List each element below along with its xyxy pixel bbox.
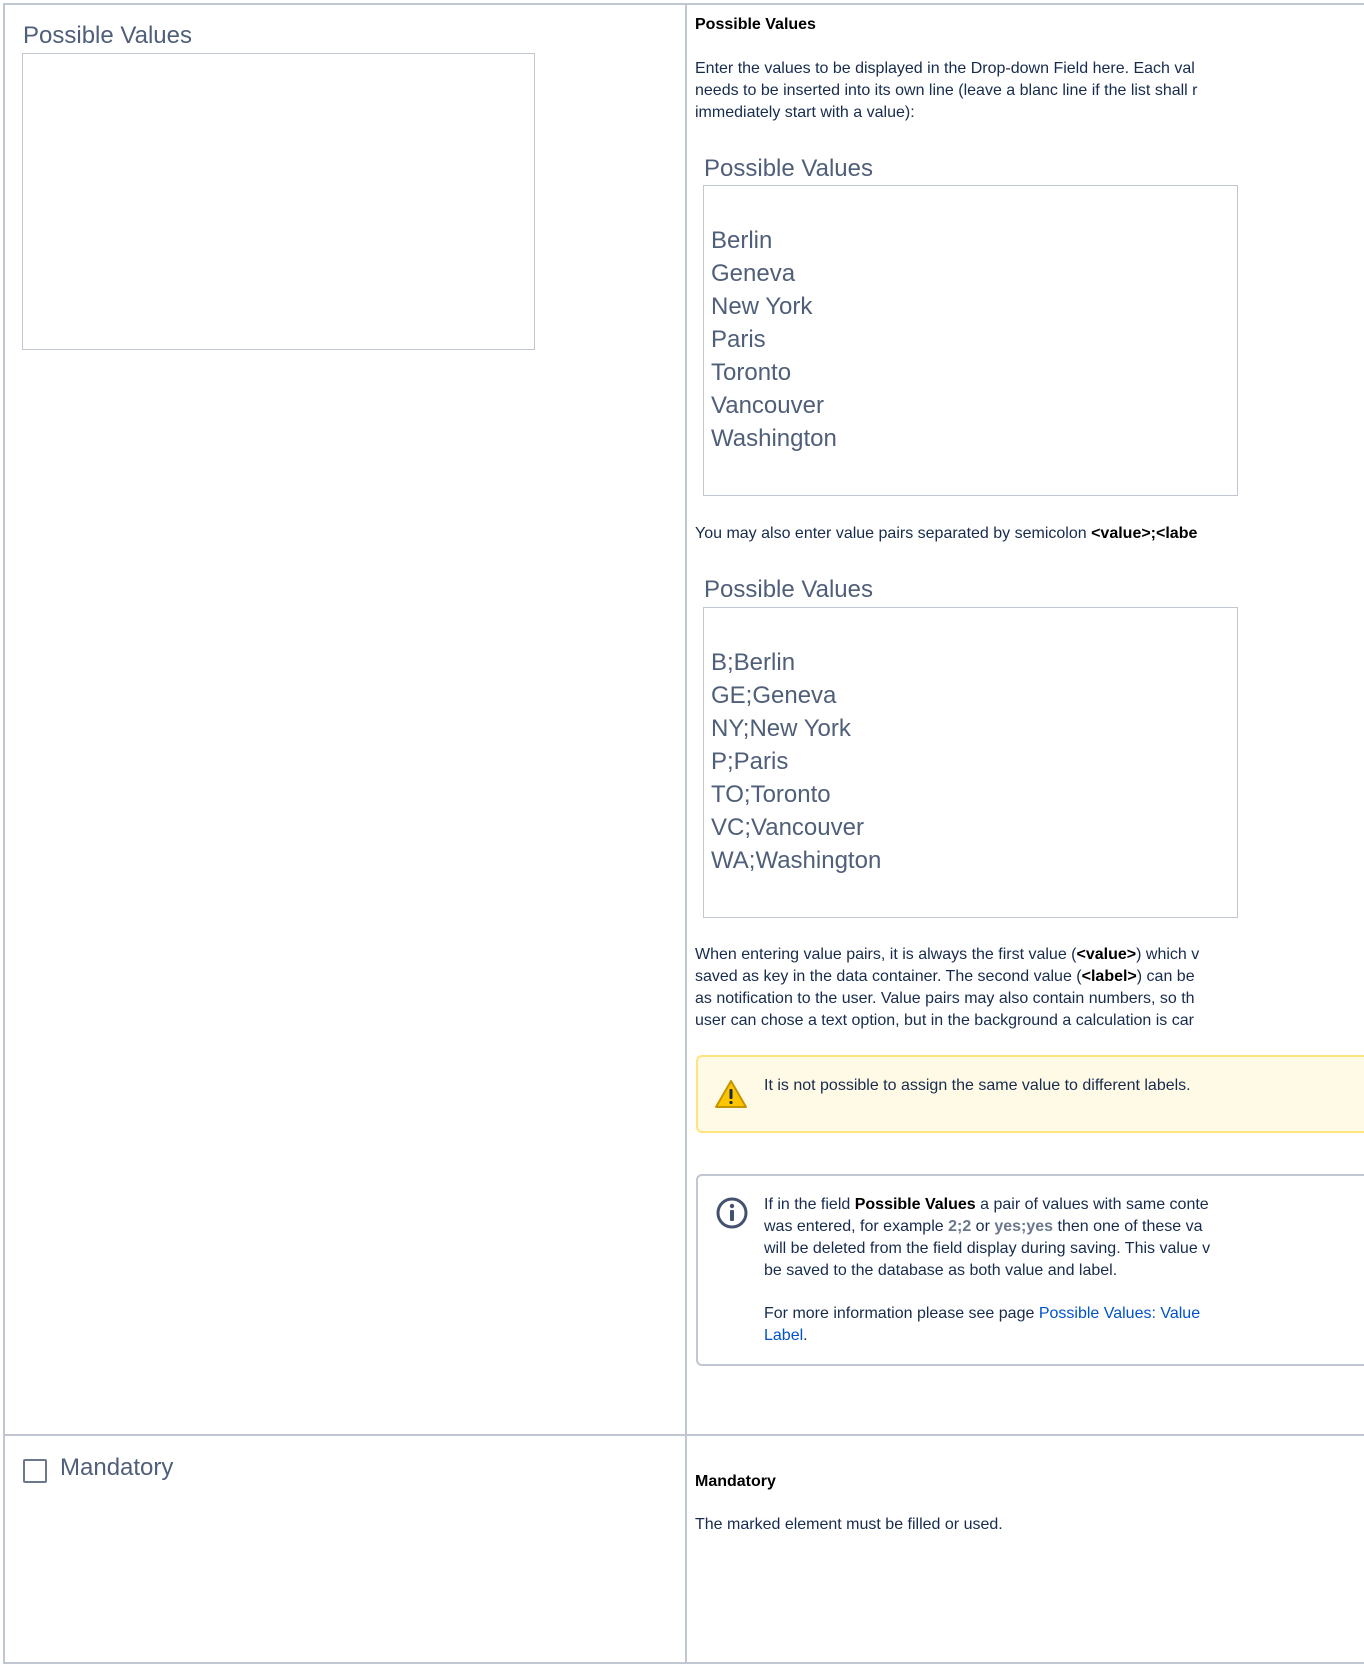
example1-label: Possible Values bbox=[704, 155, 873, 182]
possible-values-textarea[interactable] bbox=[22, 53, 535, 350]
example2-line bbox=[711, 613, 1237, 646]
example1-line: Toronto bbox=[711, 359, 792, 386]
example2-line: GE;Geneva bbox=[711, 682, 837, 709]
pairs-paragraph: You may also enter value pairs separated… bbox=[695, 525, 1198, 542]
example2-label: Possible Values bbox=[704, 576, 873, 603]
possible-values-link[interactable]: Possible Values: Value bbox=[1039, 1305, 1200, 1322]
mandatory-description: The marked element must be filled or use… bbox=[695, 1516, 1003, 1533]
info-line-4: be saved to the database as both value a… bbox=[764, 1262, 1118, 1279]
explain-line-2: saved as key in the data container. The … bbox=[695, 968, 1195, 985]
example2-line: WA;Washington bbox=[711, 847, 882, 874]
example2-line: TO;Toronto bbox=[711, 781, 831, 808]
possible-values-heading: Possible Values bbox=[695, 16, 816, 33]
label-link[interactable]: Label bbox=[764, 1327, 803, 1344]
example2-line: P;Paris bbox=[711, 748, 789, 775]
info-icon bbox=[716, 1197, 748, 1229]
info-line-5: For more information please see page Pos… bbox=[764, 1305, 1201, 1322]
explain-line-3: as notification to the user. Value pairs… bbox=[695, 990, 1195, 1007]
example1-line: Paris bbox=[711, 326, 766, 353]
warning-text: It is not possible to assign the same va… bbox=[764, 1077, 1191, 1094]
example1-line: New York bbox=[711, 293, 813, 320]
warning-icon bbox=[715, 1080, 747, 1108]
column-divider bbox=[685, 5, 687, 1662]
info-line-2: was entered, for example 2;2 or yes;yes … bbox=[764, 1218, 1203, 1235]
example1-line: Geneva bbox=[711, 260, 796, 287]
possible-values-label: Possible Values bbox=[23, 22, 192, 49]
example2-line: B;Berlin bbox=[711, 649, 796, 676]
info-line-1: If in the field Possible Values a pair o… bbox=[764, 1196, 1209, 1213]
intro-line-2: needs to be inserted into its own line (… bbox=[695, 82, 1198, 99]
intro-line-3: immediately start with a value): bbox=[695, 104, 915, 121]
example1-line bbox=[711, 191, 1237, 224]
intro-line-1: Enter the values to be displayed in the … bbox=[695, 60, 1195, 77]
mandatory-label: Mandatory bbox=[60, 1454, 174, 1481]
example2-line: VC;Vancouver bbox=[711, 814, 864, 841]
example2-textarea: B;Berlin GE;Geneva NY;New York P;Paris T… bbox=[703, 607, 1238, 918]
mandatory-checkbox[interactable] bbox=[23, 1459, 47, 1483]
info-panel: If in the field Possible Values a pair o… bbox=[696, 1174, 1364, 1366]
warning-panel: It is not possible to assign the same va… bbox=[696, 1055, 1364, 1133]
example2-line: NY;New York bbox=[711, 715, 851, 742]
mandatory-heading: Mandatory bbox=[695, 1473, 776, 1490]
example1-textarea: Berlin Geneva New York Paris Toronto Van… bbox=[703, 185, 1238, 496]
explain-line-4: user can chose a text option, but in the… bbox=[695, 1012, 1194, 1029]
example1-line: Vancouver bbox=[711, 392, 824, 419]
example1-line: Washington bbox=[711, 425, 837, 452]
row-divider bbox=[5, 1434, 1364, 1436]
info-line-6: Label. bbox=[764, 1327, 808, 1344]
example1-line: Berlin bbox=[711, 227, 773, 254]
info-line-3: will be deleted from the field display d… bbox=[764, 1240, 1211, 1257]
explain-line-1: When entering value pairs, it is always … bbox=[695, 946, 1200, 963]
